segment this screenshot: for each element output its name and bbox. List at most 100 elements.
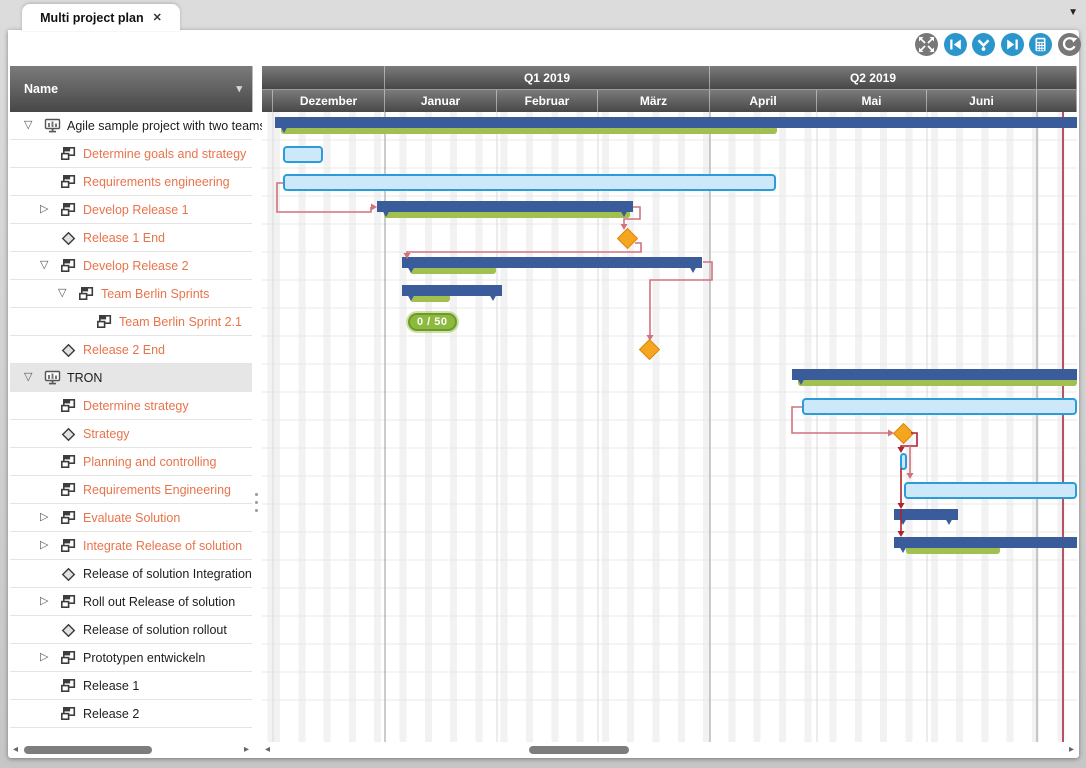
collapse-icon[interactable]: ▽ xyxy=(58,287,66,300)
table-scrollbar-left-arrow[interactable]: ◂ xyxy=(13,744,18,755)
column-dropdown-icon[interactable]: ▾ xyxy=(236,82,242,95)
table-scrollbar[interactable]: ◂▸ xyxy=(10,742,252,758)
table-row[interactable]: Release 2 End xyxy=(10,336,252,364)
table-row[interactable]: Determine strategy xyxy=(10,392,252,420)
task-icon xyxy=(60,510,76,530)
planning-and-controlling-bar[interactable] xyxy=(900,453,907,470)
milestone-icon xyxy=(60,342,77,364)
task-name-label: Team Berlin Sprints xyxy=(101,287,209,301)
table-row[interactable]: ▽ Team Berlin Sprints xyxy=(10,280,252,308)
month-header-cell: Dezember xyxy=(273,89,385,112)
table-row[interactable]: ▽TRON xyxy=(10,364,252,392)
task-name-label: Evaluate Solution xyxy=(83,511,180,525)
task-icon xyxy=(96,314,112,334)
table-row[interactable]: Determine goals and strategy xyxy=(10,140,252,168)
table-row[interactable]: ▷Roll out Release of solution xyxy=(10,588,252,616)
summary-start-tab xyxy=(402,285,420,301)
task-name-label: Release 2 End xyxy=(83,343,165,357)
go-to-today-icon[interactable] xyxy=(972,33,995,56)
task-icon xyxy=(60,454,76,474)
chart-scrollbar-thumb[interactable] xyxy=(529,746,629,754)
task-icon xyxy=(60,594,76,614)
table-row[interactable]: ▷ Integrate Release of solution xyxy=(10,532,252,560)
task-icon xyxy=(60,482,76,502)
task-name-label: Determine strategy xyxy=(83,399,189,413)
skip-to-end-icon[interactable] xyxy=(1001,33,1024,56)
document-tab[interactable]: Multi project plan ✕ xyxy=(22,4,180,31)
expand-icon[interactable]: ▷ xyxy=(40,595,48,608)
table-row[interactable]: Release 2 xyxy=(10,700,252,728)
table-row[interactable]: Release 1 xyxy=(10,672,252,700)
summary-bar[interactable] xyxy=(402,257,702,268)
task-icon xyxy=(60,202,76,222)
summary-bar[interactable] xyxy=(792,369,1077,380)
tab-close-icon[interactable]: ✕ xyxy=(153,11,162,24)
determine-strategy-bar[interactable] xyxy=(802,398,1077,415)
summary-bar[interactable] xyxy=(894,537,1077,548)
summary-bar[interactable] xyxy=(377,201,633,212)
table-scrollbar-right-arrow[interactable]: ▸ xyxy=(244,744,249,755)
summary-start-tab xyxy=(377,201,395,217)
expand-icon[interactable]: ▷ xyxy=(40,651,48,664)
table-row[interactable]: Strategy xyxy=(10,420,252,448)
task-name-label: Strategy xyxy=(83,427,130,441)
panel-splitter-handle[interactable] xyxy=(255,488,258,517)
skip-to-start-icon[interactable] xyxy=(944,33,967,56)
month-header-cell: Februar xyxy=(497,89,598,112)
table-row[interactable]: Requirements Engineering xyxy=(10,476,252,504)
table-row[interactable]: Team Berlin Sprint 2.1 xyxy=(10,308,252,336)
expand-icon[interactable]: ▷ xyxy=(40,203,48,216)
month-header-cell xyxy=(262,89,273,112)
task-name-label: Determine goals and strategy xyxy=(83,147,246,161)
task-icon xyxy=(60,538,76,558)
table-row[interactable]: ▷Develop Release 1 xyxy=(10,196,252,224)
summary-bar[interactable] xyxy=(275,117,1077,128)
window-menu-icon[interactable]: ▼ xyxy=(1068,7,1078,18)
app-window: { "window": { "tab_title": "Multi projec… xyxy=(0,0,1086,768)
expand-icon[interactable]: ▷ xyxy=(40,511,48,524)
milestone-diamond-release-2-end[interactable] xyxy=(639,339,660,360)
name-column-header[interactable]: Name ▾ xyxy=(10,66,253,112)
requirements-engineering-tron-bar[interactable] xyxy=(904,482,1077,499)
table-row[interactable]: Requirements engineering xyxy=(10,168,252,196)
summary-end-tab xyxy=(484,285,502,301)
table-scrollbar-thumb[interactable] xyxy=(24,746,152,754)
chart-scrollbar-left-arrow[interactable]: ◂ xyxy=(265,744,270,755)
expand-icon[interactable]: ▷ xyxy=(40,539,48,552)
milestone-diamond-release-1-end[interactable] xyxy=(617,228,638,249)
task-name-label: Release 2 xyxy=(83,707,139,721)
table-row[interactable]: Planning and controlling xyxy=(10,448,252,476)
summary-end-tab xyxy=(615,201,633,217)
fit-view-icon[interactable] xyxy=(915,33,938,56)
milestone-icon xyxy=(60,426,77,448)
determine-goals-bar[interactable] xyxy=(283,146,323,163)
gantt-bars-layer: 0 / 50 xyxy=(262,112,1077,742)
table-row[interactable]: Release of solution rollout xyxy=(10,616,252,644)
sprint-progress-badge[interactable]: 0 / 50 xyxy=(408,313,457,331)
requirements-engineering-bar[interactable] xyxy=(283,174,776,191)
table-row[interactable]: Release of solution Integration xyxy=(10,560,252,588)
task-icon xyxy=(60,706,76,726)
table-row[interactable]: ▽Agile sample project with two teams xyxy=(10,112,252,140)
task-icon xyxy=(60,146,76,166)
table-row[interactable]: ▷ Evaluate Solution xyxy=(10,504,252,532)
chart-scrollbar-right-arrow[interactable]: ▸ xyxy=(1069,744,1074,755)
table-row[interactable]: ▷Prototypen entwickeln xyxy=(10,644,252,672)
table-row[interactable]: Release 1 End xyxy=(10,224,252,252)
chart-scrollbar[interactable]: ◂▸ xyxy=(262,742,1077,758)
gantt-chart: 0 / 50 xyxy=(262,112,1077,742)
table-row[interactable]: ▽ Develop Release 2 xyxy=(10,252,252,280)
name-column-label: Name xyxy=(24,82,58,96)
task-name-label: Release 1 xyxy=(83,679,139,693)
collapse-icon[interactable]: ▽ xyxy=(24,371,32,384)
collapse-icon[interactable]: ▽ xyxy=(24,119,32,132)
task-name-label: Integrate Release of solution xyxy=(83,539,242,553)
task-name-label: Release 1 End xyxy=(83,231,165,245)
calculator-icon[interactable] xyxy=(1029,33,1052,56)
milestone-diamond-strategy[interactable] xyxy=(893,423,914,444)
collapse-icon[interactable]: ▽ xyxy=(40,259,48,272)
refresh-icon[interactable] xyxy=(1058,33,1081,56)
task-name-label: Develop Release 2 xyxy=(83,259,189,273)
task-icon xyxy=(60,678,76,698)
month-header-cell: Juni xyxy=(927,89,1037,112)
